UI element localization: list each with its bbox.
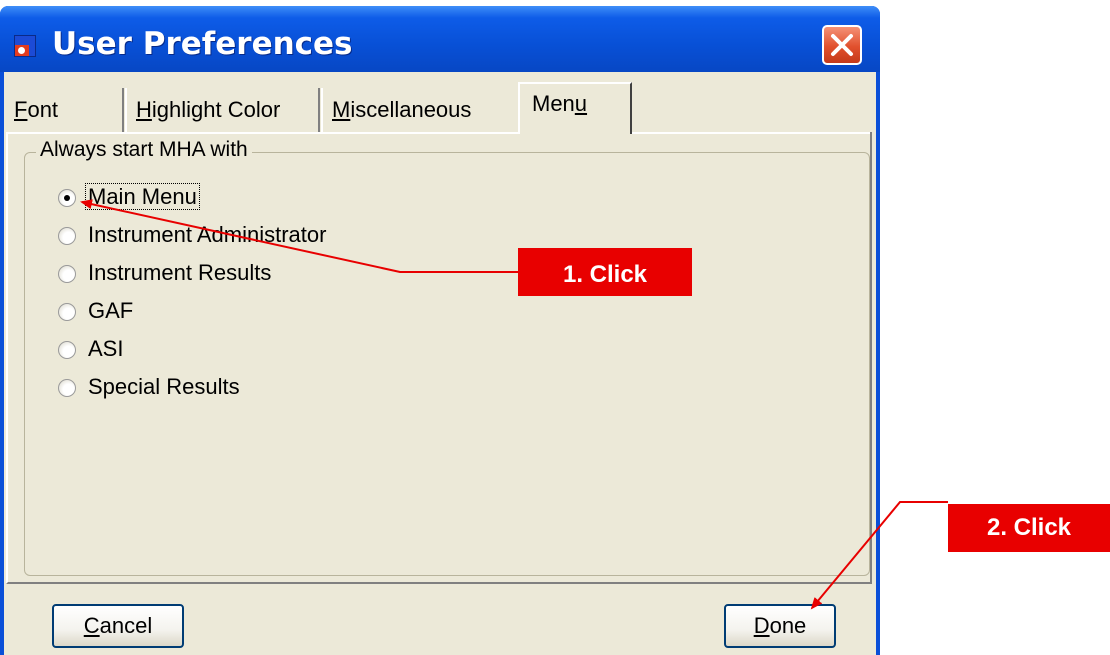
callout-step-2: 2. Click [948, 504, 1110, 552]
annotation-arrows [80, 199, 948, 610]
arrow-step-2 [810, 501, 948, 610]
callout-step-1: 1. Click [518, 248, 692, 296]
arrow-step-1 [80, 199, 518, 273]
